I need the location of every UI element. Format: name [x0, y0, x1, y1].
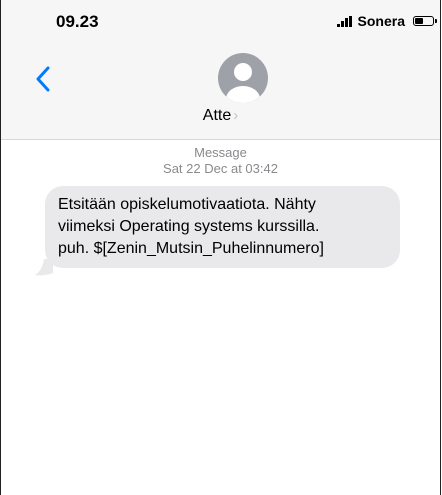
message-timestamp: Sat 22 Dec at 03:42 — [163, 161, 278, 176]
signal-bars-icon — [336, 15, 352, 27]
message-meta: Message Sat 22 Dec at 03:42 — [1, 145, 440, 177]
status-indicators: Sonera — [336, 13, 437, 29]
person-silhouette-icon[interactable] — [218, 53, 268, 103]
conversation-header: 09.23 Sonera Atte › — [1, 0, 440, 140]
message-line: puh. $[Zenin_Mutsin_Puhelinnumero] — [58, 240, 324, 257]
service-label: Message — [194, 145, 247, 160]
chevron-right-icon: › — [233, 107, 239, 124]
messages-screen: 09.23 Sonera Atte › Message Sat 22 Dec a… — [0, 0, 441, 495]
contact-name-button[interactable]: Atte › — [1, 107, 440, 125]
chevron-left-icon[interactable] — [35, 66, 51, 92]
message-line: viimeksi Operating systems kurssilla. — [58, 218, 320, 235]
carrier-name: Sonera — [357, 13, 405, 29]
status-time: 09.23 — [56, 12, 99, 31]
battery-icon — [413, 16, 437, 26]
message-bubble[interactable]: Etsitään opiskelumotivaatiota. Nähty vii… — [45, 186, 400, 268]
contact-name: Atte — [202, 107, 232, 124]
message-line: Etsitään opiskelumotivaatiota. Nähty — [58, 196, 316, 213]
